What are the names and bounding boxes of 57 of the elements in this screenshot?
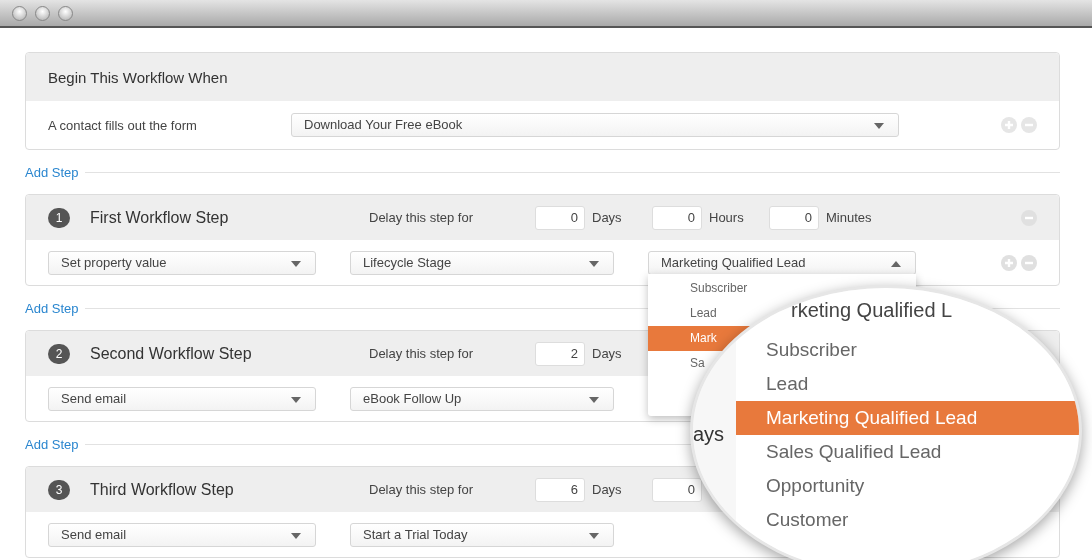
unit-label: Days (592, 210, 623, 225)
unit-label: Days (592, 346, 623, 361)
lens-option[interactable]: Opportunity (736, 469, 1079, 503)
caret-down-icon (589, 260, 599, 267)
delay-field[interactable]: 0 (652, 205, 702, 230)
step-title: First Workflow Step (90, 208, 230, 227)
lens-header-text: rketing Qualified L (791, 299, 953, 322)
delay-field[interactable]: 2 (535, 341, 585, 366)
dropdown-select[interactable]: Start a Trial Today (350, 522, 614, 547)
caret-down-icon (291, 532, 301, 539)
dropdown-select[interactable]: eBook Follow Up (350, 386, 614, 411)
plus-icon[interactable] (1001, 117, 1017, 133)
add-step-link[interactable]: Add Step (25, 164, 79, 180)
dropdown-option[interactable]: Subscriber (690, 280, 748, 295)
step-number: 2 (48, 343, 70, 364)
caret-down-icon (291, 260, 301, 267)
step-number: 1 (48, 207, 70, 228)
dropdown-select[interactable]: Set property value (48, 250, 316, 275)
minus-icon[interactable] (1021, 254, 1037, 271)
unit-label: Days (592, 482, 623, 497)
window-control-button[interactable] (58, 5, 73, 21)
caret-down-icon (589, 532, 599, 539)
add-step-link[interactable]: Add Step (25, 436, 79, 452)
step-title: Second Workflow Step (90, 344, 253, 363)
dropdown-select[interactable]: Send email (48, 386, 316, 411)
plus-icon[interactable] (1001, 254, 1017, 271)
add-step-link[interactable]: Add Step (25, 300, 79, 316)
delay-label: Delay this step for (369, 482, 475, 497)
step-number: 3 (48, 479, 70, 500)
delay-field[interactable]: 0 (535, 205, 585, 230)
delay-label: Delay this step for (369, 346, 475, 361)
caret-down-icon (291, 396, 301, 403)
caret-down-icon (874, 123, 884, 129)
minus-icon[interactable] (1021, 209, 1037, 226)
delay-label: Delay this step for (369, 210, 475, 225)
trigger-label: A contact fills out the form (48, 117, 198, 133)
delay-field[interactable]: 0 (769, 205, 819, 230)
caret-down-icon (589, 396, 599, 403)
form-select[interactable]: Download Your Free eBook (291, 113, 899, 137)
window-control-button[interactable] (35, 5, 50, 21)
lens-background-text: ays (693, 423, 725, 445)
window-control-button[interactable] (12, 5, 27, 21)
lens-option[interactable]: Subscriber (736, 333, 1079, 367)
dropdown-option[interactable]: Sa (690, 355, 705, 370)
lens-option[interactable]: Customer (736, 503, 1079, 537)
dropdown-option[interactable]: Lead (690, 305, 717, 320)
lens-option[interactable]: Sales Qualified Lead (736, 435, 1079, 469)
card-title: Begin This Workflow When (48, 68, 228, 86)
delay-field[interactable]: 6 (535, 477, 585, 502)
delay-field[interactable]: 0 (652, 477, 702, 502)
step-title: Third Workflow Step (90, 480, 235, 499)
dropdown-select[interactable]: Send email (48, 522, 316, 547)
minus-icon[interactable] (1021, 117, 1037, 133)
unit-label: Minutes (826, 210, 872, 225)
unit-label: Hours (709, 210, 745, 225)
lens-option[interactable]: Lead (736, 367, 1079, 401)
dropdown-select[interactable]: Lifecycle Stage (350, 250, 614, 275)
